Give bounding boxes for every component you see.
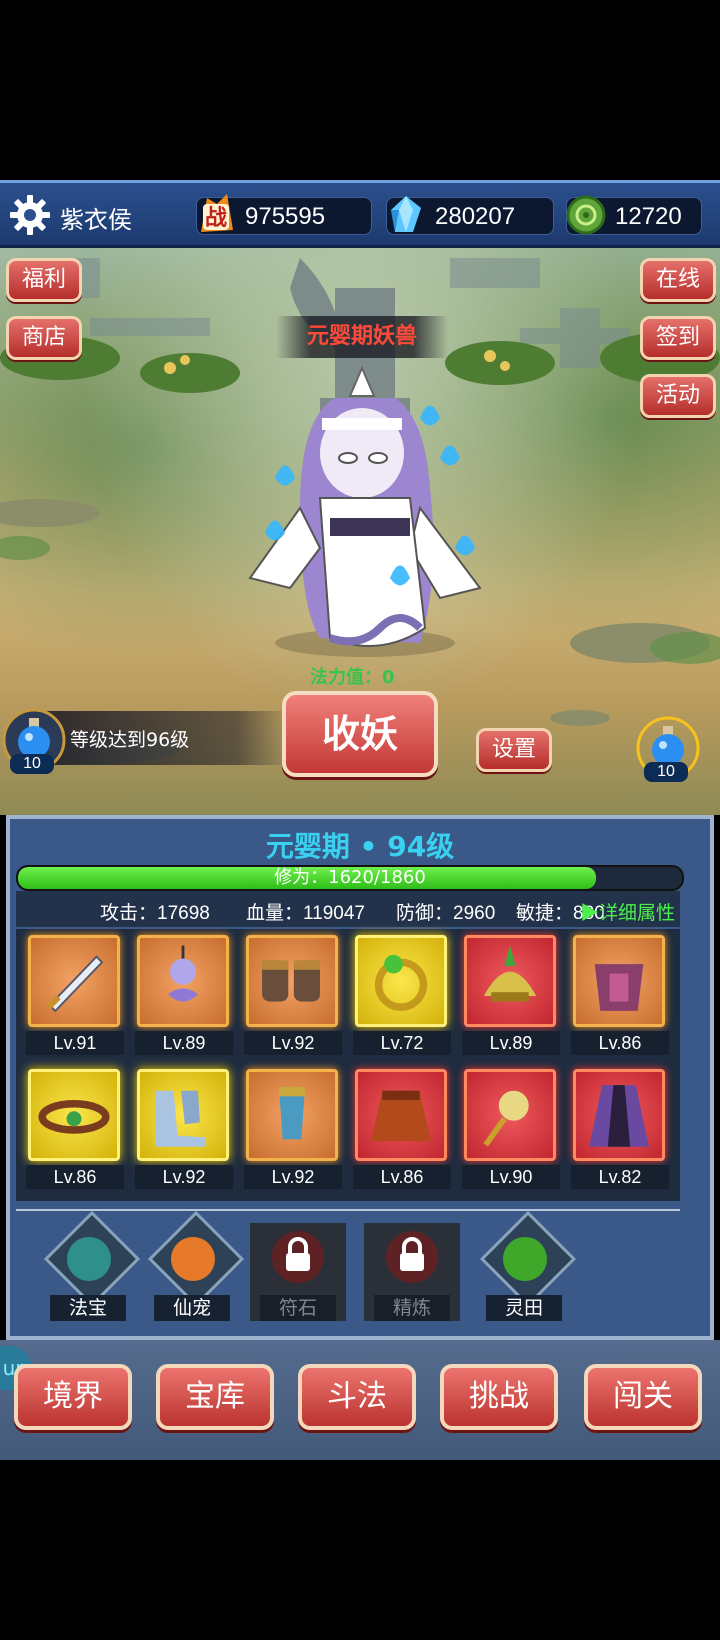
mana-value: 法力值：0: [310, 667, 395, 688]
equipment-level: Lv.86: [353, 1165, 451, 1189]
amulet-icon: [464, 1069, 556, 1161]
battle-icon: 战: [201, 194, 233, 232]
equipment-level: Lv.91: [26, 1031, 124, 1055]
enemy-title: 元婴期妖兽: [276, 316, 448, 358]
welfare-button[interactable]: 福利: [6, 258, 82, 302]
pendant-icon: [137, 935, 229, 1027]
nav-realm-button[interactable]: 境界: [14, 1364, 132, 1430]
defense-stat: 防御：2960: [396, 903, 496, 924]
bottom-nav: up 境界 宝库 斗法 挑战 闯关: [0, 1340, 720, 1460]
equipment-level: Lv.82: [571, 1165, 669, 1189]
hp-stat: 血量：119047: [246, 903, 365, 924]
right-potion[interactable]: 10: [636, 716, 700, 782]
battle-scene: 福利 商店 在线 签到 活动 元婴期妖兽 法力值：0 等级达到96级 10 收妖…: [0, 248, 720, 815]
equipment-level: Lv.92: [244, 1165, 342, 1189]
skirt-icon: [355, 1069, 447, 1161]
character-panel: 元婴期 • 94级 修为：1620/1860 攻击：17698 血量：11904…: [6, 815, 714, 1340]
activity-button[interactable]: 活动: [640, 374, 716, 418]
lock-icon: [400, 1237, 424, 1271]
lock-icon: [286, 1237, 310, 1271]
equipment-slot-sword[interactable]: Lv.91: [26, 935, 124, 1055]
function-refine[interactable]: 精炼: [360, 1219, 464, 1325]
bracer-icon: [246, 1069, 338, 1161]
left-potion-count: 10: [10, 754, 54, 774]
equipment-slot-gauntlets[interactable]: Lv.92: [244, 935, 342, 1055]
equipment-slot-skirt[interactable]: Lv.86: [353, 1069, 451, 1189]
cultivation-bar: 修为：1620/1860: [16, 865, 684, 891]
battle-icon-label: 战: [205, 206, 227, 231]
function-label: 符石: [260, 1295, 336, 1321]
function-label: 法宝: [50, 1295, 126, 1321]
realm-level: 元婴期 • 94级: [265, 830, 455, 863]
function-spirit-pet[interactable]: 仙宠: [140, 1210, 245, 1325]
detail-attributes-link[interactable]: ▶详细属性: [580, 898, 675, 925]
combat-power-value: 975595: [245, 203, 326, 230]
function-label: 精炼: [374, 1295, 450, 1321]
right-potion-count: 10: [644, 762, 688, 782]
nav-treasury-button[interactable]: 宝库: [156, 1364, 274, 1430]
nav-stage-button[interactable]: 闯关: [584, 1364, 702, 1430]
equipment-slot-armor[interactable]: Lv.86: [571, 935, 669, 1055]
ghost-enemy-sprite: [248, 365, 482, 657]
ring-icon: [355, 935, 447, 1027]
equipment-level: Lv.90: [462, 1165, 560, 1189]
top-bar: 紫衣侯 战 975595 280207 12720: [0, 180, 720, 248]
equipment-slot-pendant[interactable]: Lv.89: [135, 935, 233, 1055]
helmet-icon: [464, 935, 556, 1027]
equipment-level: Lv.89: [462, 1031, 560, 1055]
nav-duel-button[interactable]: 斗法: [298, 1364, 416, 1430]
sword-icon: [28, 935, 120, 1027]
stats-row: 攻击：17698 血量：119047 防御：2960 敏捷：880 ▶详细属性: [16, 891, 680, 927]
magic-treasure-icon: [67, 1237, 111, 1281]
checkin-button[interactable]: 签到: [640, 316, 716, 360]
attack-stat: 攻击：17698: [100, 903, 210, 924]
jade-value: 12720: [615, 203, 682, 230]
function-label: 灵田: [486, 1295, 562, 1321]
equipment-slot-amulet[interactable]: Lv.90: [462, 1069, 560, 1189]
player-name: 紫衣侯: [60, 206, 132, 234]
divider: [16, 1209, 680, 1211]
online-button[interactable]: 在线: [640, 258, 716, 302]
left-potion[interactable]: 10: [2, 708, 66, 774]
cloak-icon: [573, 1069, 665, 1161]
equipment-slot-cloak[interactable]: Lv.82: [571, 1069, 669, 1189]
equipment-slot-belt[interactable]: Lv.86: [26, 1069, 124, 1189]
equipment-level: Lv.86: [26, 1165, 124, 1189]
function-magic-treasure[interactable]: 法宝: [36, 1210, 141, 1325]
combat-power-counter: 战 975595: [196, 194, 372, 235]
equipment-slot-boots[interactable]: Lv.92: [135, 1069, 233, 1189]
equipment-level: Lv.72: [353, 1031, 451, 1055]
gear-icon[interactable]: [8, 193, 52, 237]
game-screen: 紫衣侯 战 975595 280207 12720 福利 商店 在线 签到 活动…: [0, 180, 720, 1460]
cultivation-text: 修为：1620/1860: [274, 867, 426, 888]
equipment-level: Lv.92: [244, 1031, 342, 1055]
function-spirit-field[interactable]: 灵田: [472, 1210, 577, 1325]
armor-icon: [573, 935, 665, 1027]
boots-icon: [137, 1069, 229, 1161]
diamond-gem-icon: [391, 196, 421, 232]
capture-button[interactable]: 收妖: [282, 691, 438, 777]
equipment-level: Lv.89: [135, 1031, 233, 1055]
jade-counter: 12720: [566, 195, 702, 235]
equipment-slot-helmet[interactable]: Lv.89: [462, 935, 560, 1055]
gem-value: 280207: [435, 203, 516, 230]
spirit-pet-icon: [171, 1237, 215, 1281]
equipment-level: Lv.86: [571, 1031, 669, 1055]
gem-counter: 280207: [386, 196, 554, 235]
function-label: 仙宠: [154, 1295, 230, 1321]
level-task-text: 等级达到96级: [70, 729, 190, 751]
shop-button[interactable]: 商店: [6, 316, 82, 360]
settings-button[interactable]: 设置: [476, 728, 552, 772]
nav-challenge-button[interactable]: 挑战: [440, 1364, 558, 1430]
equipment-slot-ring[interactable]: Lv.72: [353, 935, 451, 1055]
jade-coin-icon: [566, 195, 606, 235]
function-rune-stone[interactable]: 符石: [246, 1219, 350, 1325]
level-task-banner[interactable]: 等级达到96级: [30, 711, 290, 765]
spirit-field-icon: [503, 1237, 547, 1281]
belt-icon: [28, 1069, 120, 1161]
equipment-slot-bracer[interactable]: Lv.92: [244, 1069, 342, 1189]
equipment-level: Lv.92: [135, 1165, 233, 1189]
equipment-grid: Lv.91 Lv.89 Lv.92 Lv.72 Lv.89 Lv.86 Lv.86 Lv.92…: [16, 929, 680, 1201]
gauntlets-icon: [246, 935, 338, 1027]
